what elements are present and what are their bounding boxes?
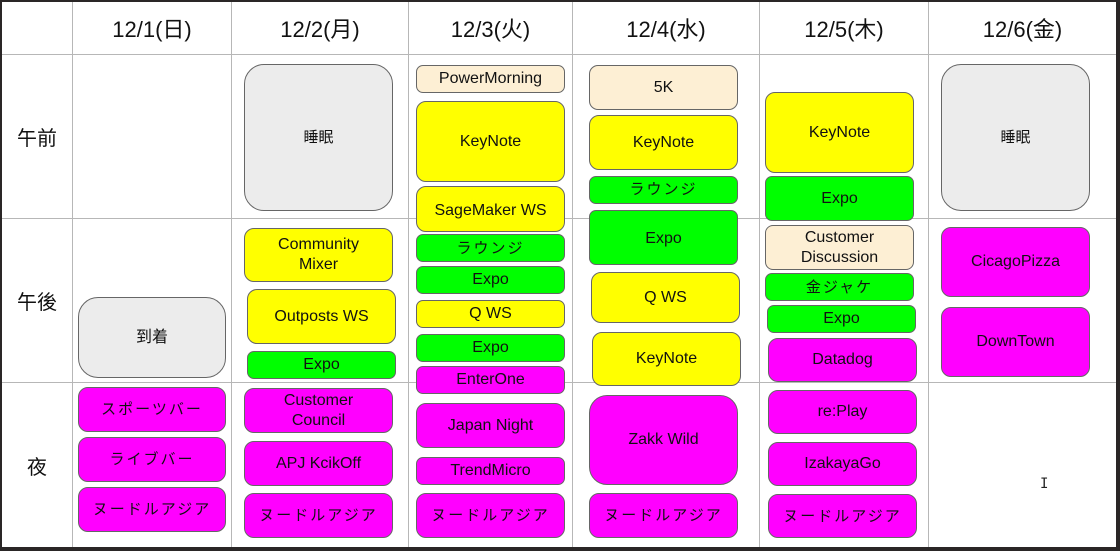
text-cursor-icon: I <box>1040 476 1049 492</box>
row-label-night: 夜 <box>27 454 47 479</box>
event-block[interactable]: PowerMorning <box>416 65 565 93</box>
event-block[interactable]: ヌードルアジア <box>589 493 738 538</box>
event-block[interactable]: re:Play <box>768 390 917 434</box>
event-block[interactable]: ライブバー <box>78 437 226 482</box>
event-block[interactable]: ラウンジ <box>589 176 738 204</box>
row-label-afternoon: 午後 <box>17 290 57 314</box>
event-block[interactable]: EnterOne <box>416 366 565 394</box>
event-block[interactable]: DownTown <box>941 307 1090 377</box>
event-block[interactable]: 5K <box>589 65 738 110</box>
event-block[interactable]: KeyNote <box>592 332 741 386</box>
grid-line <box>759 2 760 547</box>
event-block[interactable]: Expo <box>416 334 565 362</box>
event-block[interactable]: Expo <box>589 210 738 265</box>
event-block[interactable]: Expo <box>247 351 396 379</box>
event-block[interactable]: Q WS <box>416 300 565 328</box>
event-block[interactable]: 睡眠 <box>941 64 1090 211</box>
event-block[interactable]: Community Mixer <box>244 228 393 282</box>
event-block[interactable]: ヌードルアジア <box>78 487 226 532</box>
schedule-table: 12/1(日) 12/2(月) 12/3(火) 12/4(水) 12/5(木) … <box>2 2 1116 547</box>
event-block[interactable]: Zakk Wild <box>589 395 738 485</box>
event-block[interactable]: APJ KcikOff <box>244 441 393 486</box>
day-header-12-6: 12/6(金) <box>982 17 1063 42</box>
event-block[interactable]: SageMaker WS <box>416 186 565 232</box>
event-block[interactable]: Datadog <box>768 338 917 382</box>
event-block[interactable]: スポーツバー <box>78 387 226 432</box>
event-block[interactable]: KeyNote <box>589 115 738 170</box>
day-header-12-1: 12/1(日) <box>112 17 192 42</box>
day-header-12-5: 12/5(木) <box>804 17 884 42</box>
event-block[interactable]: Customer Council <box>244 388 393 433</box>
event-block[interactable]: Outposts WS <box>247 289 396 344</box>
event-block[interactable]: ヌードルアジア <box>768 494 917 538</box>
grid-line <box>928 2 929 547</box>
event-block[interactable]: Expo <box>767 305 916 333</box>
event-block[interactable]: Expo <box>416 266 565 294</box>
event-block[interactable]: Q WS <box>591 272 740 323</box>
grid-line <box>2 54 1116 55</box>
grid-line <box>231 2 232 547</box>
event-block[interactable]: ヌードルアジア <box>416 493 565 538</box>
day-header-12-4: 12/4(水) <box>626 17 706 42</box>
event-block[interactable]: Customer Discussion <box>765 225 914 270</box>
event-block[interactable]: KeyNote <box>416 101 565 182</box>
grid-line <box>572 2 573 547</box>
event-block[interactable]: IzakayaGo <box>768 442 917 486</box>
event-block[interactable]: ヌードルアジア <box>244 493 393 538</box>
day-header-12-2: 12/2(月) <box>280 17 360 42</box>
event-block[interactable]: 到着 <box>78 297 226 378</box>
day-header-12-3: 12/3(火) <box>450 17 531 42</box>
event-block[interactable]: 睡眠 <box>244 64 393 211</box>
grid-line <box>72 2 73 547</box>
event-block[interactable]: KeyNote <box>765 92 914 173</box>
event-block[interactable]: 金ジャケ <box>765 273 914 301</box>
event-block[interactable]: TrendMicro <box>416 457 565 485</box>
event-block[interactable]: Japan Night <box>416 403 565 448</box>
grid-line <box>408 2 409 547</box>
row-label-morning: 午前 <box>17 126 57 150</box>
event-block[interactable]: Expo <box>765 176 914 221</box>
event-block[interactable]: CicagoPizza <box>941 227 1090 297</box>
event-block[interactable]: ラウンジ <box>416 234 565 262</box>
